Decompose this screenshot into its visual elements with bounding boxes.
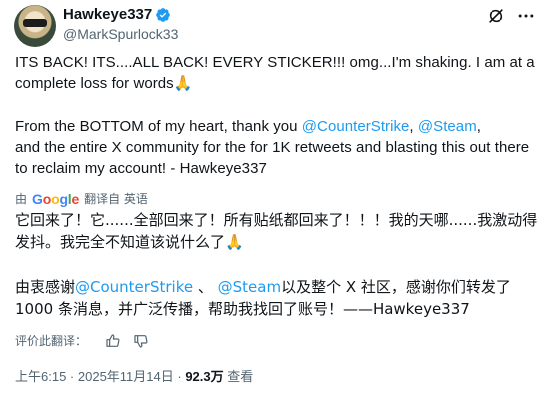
tweet-meta: 上午6:15 · 2025年11月14日 · 92.3万 查看 [15, 367, 253, 387]
folded-hands-emoji: 🙏 [225, 233, 244, 252]
views-label: 查看 [223, 369, 254, 384]
translated-from-label: 翻译自 英语 [84, 192, 148, 206]
separator: · [66, 369, 78, 384]
thumbs-up-icon[interactable] [105, 333, 121, 349]
mention-counterstrike[interactable]: @CounterStrike [302, 118, 410, 135]
tweet-paragraph-1: ITS BACK! ITS....ALL BACK! EVERY STICKER… [15, 54, 539, 93]
separator: · [173, 369, 186, 384]
google-logo[interactable]: Google [32, 190, 79, 208]
tweet-paragraph-2-start: From the BOTTOM of my heart, thank you [15, 117, 302, 135]
rate-translation-label: 评价此翻译： [15, 334, 88, 348]
user-handle[interactable]: @MarkSpurlock33 [63, 25, 178, 43]
thumbs-down-icon[interactable] [133, 333, 149, 349]
tweet-date[interactable]: 2025年11月14日 [78, 369, 174, 384]
translated-paragraph-2-start: 由衷感谢 [15, 277, 76, 296]
avatar[interactable] [14, 5, 56, 47]
tweet-time[interactable]: 上午6:15 [15, 369, 66, 384]
translation-rating: 评价此翻译： [15, 331, 149, 351]
translated-text: 它回来了！它......全部回来了！所有贴纸都回来了！！！我的天哪......我… [15, 209, 540, 320]
grok-icon[interactable] [486, 6, 506, 26]
display-name[interactable]: Hawkeye337 [63, 5, 152, 25]
mention-counterstrike[interactable]: @CounterStrike [75, 278, 193, 296]
separator: 、 [193, 277, 218, 296]
verified-badge-icon [156, 8, 170, 22]
folded-hands-emoji: 🙏 [173, 75, 193, 93]
translation-bar: 由 Google 翻译自 英语 [15, 190, 148, 208]
more-options-icon[interactable] [516, 6, 536, 26]
mention-steam[interactable]: @Steam [418, 118, 477, 135]
views-count: 92.3万 [185, 369, 224, 384]
mention-steam[interactable]: @Steam [218, 278, 281, 296]
translated-by-label: 由 [15, 192, 28, 206]
separator: , [409, 117, 418, 135]
translated-paragraph-1: 它回来了！它......全部回来了！所有贴纸都回来了！！！我的天哪......我… [15, 211, 538, 252]
tweet-text: ITS BACK! ITS....ALL BACK! EVERY STICKER… [15, 52, 540, 179]
